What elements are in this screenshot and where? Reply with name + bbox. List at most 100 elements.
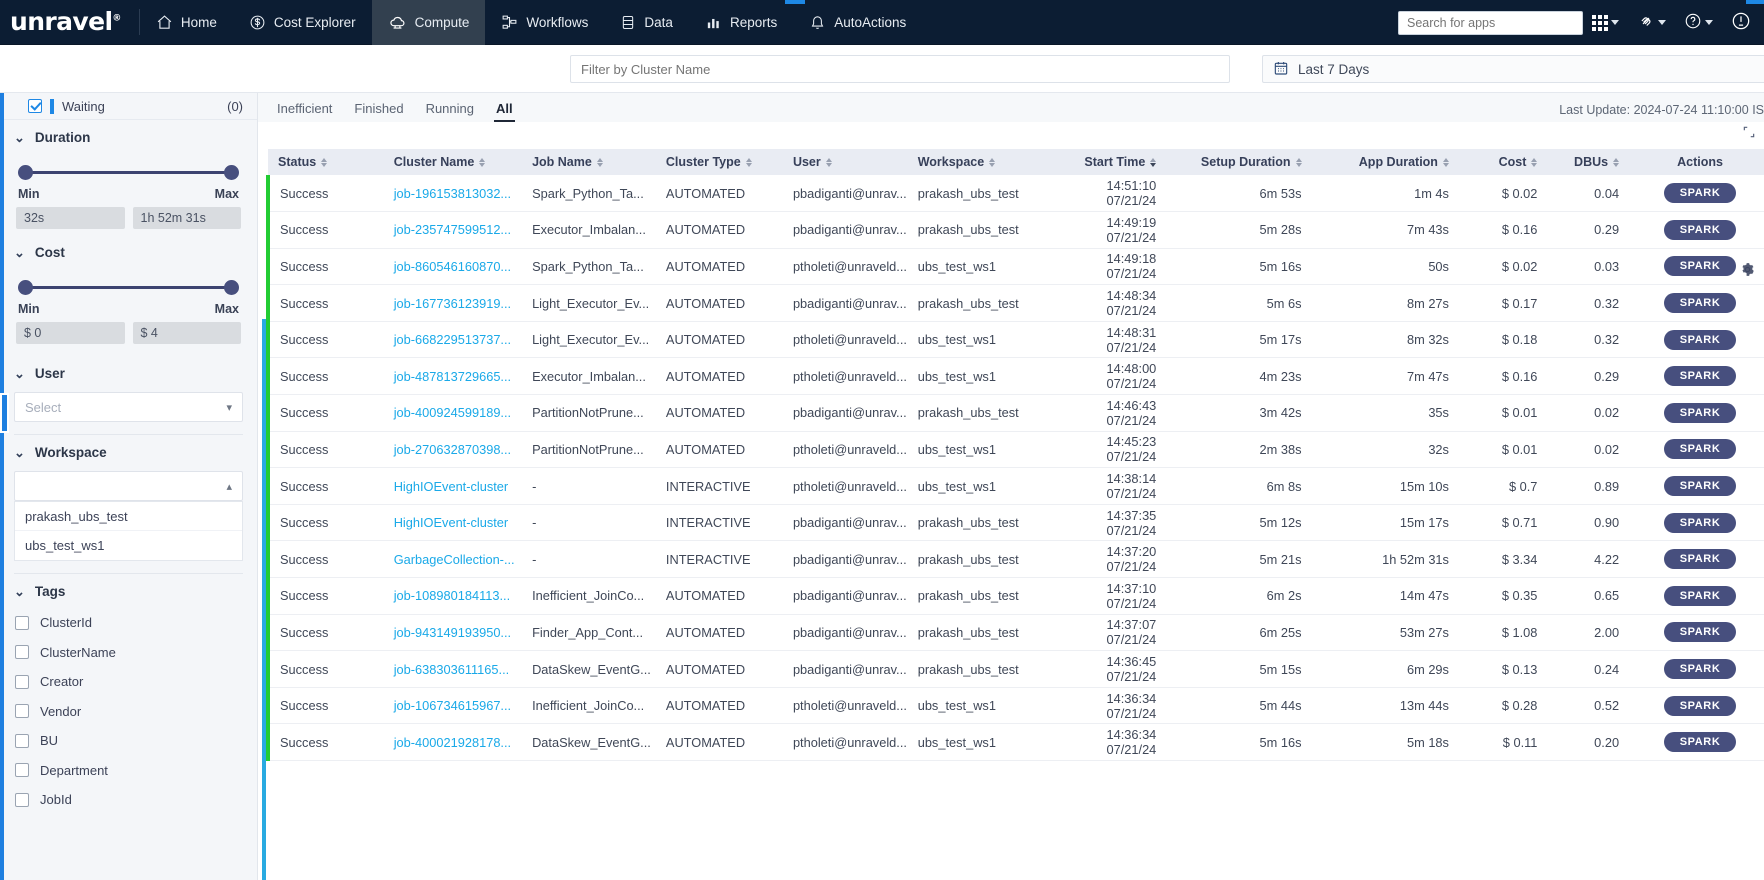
cluster-name-link[interactable]: job-106734615967...	[394, 698, 511, 713]
spark-action-button[interactable]: SPARK	[1664, 439, 1737, 459]
col-workspace[interactable]: Workspace	[908, 149, 1053, 175]
spark-action-button[interactable]: SPARK	[1664, 622, 1737, 642]
tab-all[interactable]: All	[485, 101, 524, 122]
apps-grid-button[interactable]	[1583, 15, 1628, 31]
col-cluster-name[interactable]: Cluster Name	[384, 149, 522, 175]
spark-action-button[interactable]: SPARK	[1664, 696, 1737, 716]
table-row[interactable]: Successjob-668229513737...Light_Executor…	[268, 321, 1764, 358]
help-button[interactable]	[1675, 12, 1722, 33]
cluster-name-link[interactable]: job-668229513737...	[394, 332, 511, 347]
cluster-name-link[interactable]: job-270632870398...	[394, 442, 511, 457]
cell-cluster-name[interactable]: job-106734615967...	[384, 687, 522, 724]
duration-max-value[interactable]: 1h 52m 31s	[133, 207, 242, 229]
cluster-name-link[interactable]: job-638303611165...	[394, 662, 510, 677]
col-cost[interactable]: Cost	[1459, 149, 1547, 175]
sort-icon[interactable]	[597, 158, 603, 167]
cell-cluster-name[interactable]: job-943149193950...	[384, 614, 522, 651]
cell-cluster-name[interactable]: job-487813729665...	[384, 358, 522, 395]
nav-item-home[interactable]: Home	[140, 0, 233, 45]
sort-icon[interactable]	[1531, 158, 1537, 167]
table-row[interactable]: Successjob-106734615967...Inefficient_Jo…	[268, 687, 1764, 724]
table-row[interactable]: Successjob-270632870398...PartitionNotPr…	[268, 431, 1764, 468]
spark-action-button[interactable]: SPARK	[1664, 549, 1737, 569]
table-row[interactable]: Successjob-487813729665...Executor_Imbal…	[268, 358, 1764, 395]
cost-section-header[interactable]: ⌄ Cost	[14, 235, 243, 269]
tag-row-department[interactable]: Department	[14, 756, 243, 786]
tab-running[interactable]: Running	[415, 101, 485, 122]
table-row[interactable]: SuccessHighIOEvent-cluster-INTERACTIVEpb…	[268, 504, 1764, 541]
tab-finished[interactable]: Finished	[343, 101, 414, 122]
col-job-name[interactable]: Job Name	[522, 149, 656, 175]
tab-inefficient[interactable]: Inefficient	[266, 101, 343, 122]
col-app-duration[interactable]: App Duration	[1312, 149, 1459, 175]
tag-checkbox[interactable]	[15, 793, 29, 807]
cell-cluster-name[interactable]: job-196153813032...	[384, 175, 522, 212]
cluster-name-link[interactable]: HighIOEvent-cluster	[394, 515, 509, 530]
spark-action-button[interactable]: SPARK	[1664, 330, 1737, 350]
table-row[interactable]: Successjob-167736123919...Light_Executor…	[268, 285, 1764, 322]
cell-cluster-name[interactable]: job-400021928178...	[384, 724, 522, 761]
date-range-selector[interactable]: Last 7 Days ⌄	[1262, 55, 1764, 83]
cluster-name-link[interactable]: job-487813729665...	[394, 369, 511, 384]
tags-section-header[interactable]: ⌄ Tags	[14, 574, 243, 608]
slider-max-handle[interactable]	[224, 165, 239, 180]
cluster-name-link[interactable]: job-400924599189...	[394, 405, 511, 420]
workspace-option-prakash-ubs-test[interactable]: prakash_ubs_test	[15, 502, 242, 531]
cost-max-value[interactable]: $ 4	[133, 322, 242, 344]
sort-icon-active[interactable]	[1150, 158, 1156, 167]
spark-action-button[interactable]: SPARK	[1664, 586, 1737, 606]
cluster-name-link[interactable]: job-860546160870...	[394, 259, 511, 274]
col-status[interactable]: Status	[268, 149, 384, 175]
cell-cluster-name[interactable]: job-400924599189...	[384, 395, 522, 432]
cell-cluster-name[interactable]: job-638303611165...	[384, 651, 522, 688]
tag-checkbox[interactable]	[15, 734, 29, 748]
cost-min-value[interactable]: $ 0	[16, 322, 125, 344]
workspace-select[interactable]: ▴	[14, 471, 243, 501]
workspace-section-header[interactable]: ⌄ Workspace	[14, 435, 243, 469]
tag-checkbox[interactable]	[15, 675, 29, 689]
col-setup-duration[interactable]: Setup Duration	[1166, 149, 1311, 175]
nav-item-cost-explorer[interactable]: Cost Explorer	[233, 0, 372, 45]
table-row[interactable]: Successjob-638303611165...DataSkew_Event…	[268, 651, 1764, 688]
tag-row-clusterid[interactable]: ClusterId	[14, 608, 243, 638]
spark-action-button[interactable]: SPARK	[1664, 659, 1737, 679]
spark-action-button[interactable]: SPARK	[1664, 183, 1737, 203]
spark-action-button[interactable]: SPARK	[1664, 366, 1737, 386]
workspace-option-ubs-test-ws1[interactable]: ubs_test_ws1	[15, 531, 242, 560]
cost-range-slider[interactable]	[18, 277, 239, 299]
integrations-button[interactable]	[1628, 12, 1675, 33]
tag-row-creator[interactable]: Creator	[14, 667, 243, 697]
table-row[interactable]: Successjob-400021928178...DataSkew_Event…	[268, 724, 1764, 761]
sort-icon[interactable]	[989, 158, 995, 167]
col-user[interactable]: User	[783, 149, 908, 175]
nav-item-reports[interactable]: Reports	[689, 0, 793, 45]
slider-min-handle[interactable]	[18, 165, 33, 180]
table-row[interactable]: Successjob-235747599512...Executor_Imbal…	[268, 212, 1764, 249]
cell-cluster-name[interactable]: job-860546160870...	[384, 248, 522, 285]
col-cluster-type[interactable]: Cluster Type	[656, 149, 783, 175]
cluster-name-filter-input[interactable]	[570, 55, 1230, 83]
slider-max-handle[interactable]	[224, 280, 239, 295]
cell-cluster-name[interactable]: HighIOEvent-cluster	[384, 468, 522, 505]
tag-checkbox[interactable]	[15, 645, 29, 659]
cluster-name-link[interactable]: job-108980184113...	[394, 588, 510, 603]
spark-action-button[interactable]: SPARK	[1664, 256, 1737, 276]
tag-checkbox[interactable]	[15, 704, 29, 718]
tag-checkbox[interactable]	[15, 763, 29, 777]
cluster-name-link[interactable]: GarbageCollection-...	[394, 552, 515, 567]
cluster-name-link[interactable]: job-400021928178...	[394, 735, 511, 750]
col-dbus[interactable]: DBUs	[1547, 149, 1629, 175]
sort-icon[interactable]	[479, 158, 485, 167]
nav-item-workflows[interactable]: Workflows	[485, 0, 604, 45]
app-logo[interactable]: unravel®	[0, 7, 139, 36]
table-row[interactable]: SuccessGarbageCollection-...-INTERACTIVE…	[268, 541, 1764, 578]
cluster-name-link[interactable]: job-235747599512...	[394, 222, 511, 237]
cell-cluster-name[interactable]: HighIOEvent-cluster	[384, 504, 522, 541]
slider-min-handle[interactable]	[18, 280, 33, 295]
table-row[interactable]: Successjob-196153813032...Spark_Python_T…	[268, 175, 1764, 212]
user-section-header[interactable]: ⌄ User	[14, 356, 243, 390]
sort-icon[interactable]	[826, 158, 832, 167]
sort-icon[interactable]	[1613, 158, 1619, 167]
user-account-button[interactable]	[1722, 11, 1760, 34]
spark-action-button[interactable]: SPARK	[1664, 732, 1737, 752]
